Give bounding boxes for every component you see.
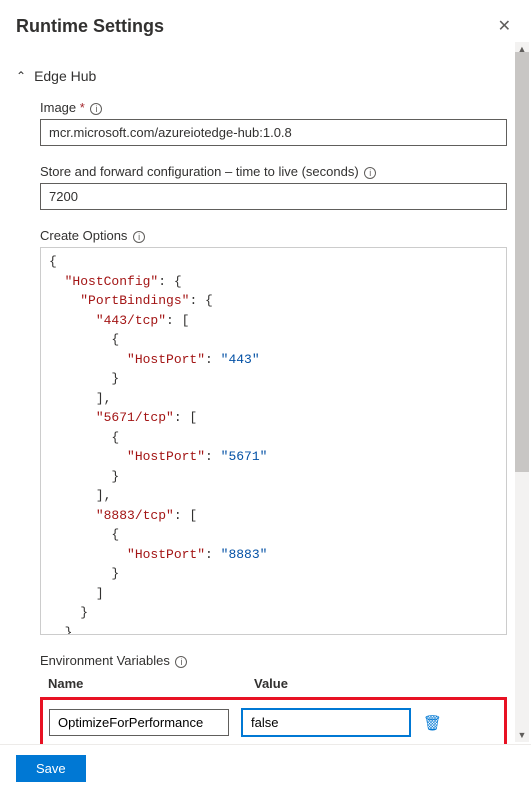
info-icon[interactable]: i (133, 231, 145, 243)
panel-footer: Save (0, 744, 531, 792)
info-icon[interactable]: i (364, 167, 376, 179)
required-asterisk: * (80, 100, 85, 115)
ttl-input[interactable] (40, 183, 507, 210)
section-title: Edge Hub (34, 68, 96, 84)
panel-body: ⌃ Edge Hub Image * i Store and forward c… (0, 48, 531, 748)
info-icon[interactable]: i (90, 103, 102, 115)
env-vars-label: Environment Variables i (40, 653, 507, 668)
highlight-annotation: 🗑 (40, 697, 507, 748)
env-vars-table: Name Value 🗑 (40, 676, 507, 748)
create-options-group: Create Options i { "HostConfig": { "Port… (40, 228, 507, 635)
create-options-label: Create Options i (40, 228, 507, 243)
image-field-group: Image * i (40, 100, 507, 146)
save-button[interactable]: Save (16, 755, 86, 782)
panel-title: Runtime Settings (16, 16, 164, 37)
env-name-input[interactable] (49, 709, 229, 736)
create-options-editor[interactable]: { "HostConfig": { "PortBindings": { "443… (40, 247, 507, 635)
panel-header: Runtime Settings ✕ (0, 0, 531, 48)
info-icon[interactable]: i (175, 656, 187, 668)
ttl-label: Store and forward configuration – time t… (40, 164, 507, 179)
env-header-row: Name Value (40, 676, 507, 691)
env-col-name-header: Name (48, 676, 238, 691)
delete-icon[interactable]: 🗑 (423, 714, 442, 732)
image-input[interactable] (40, 119, 507, 146)
section-toggle-edge-hub[interactable]: ⌃ Edge Hub (16, 56, 515, 100)
image-label: Image * i (40, 100, 507, 115)
close-icon: ✕ (498, 18, 511, 35)
env-vars-group: Environment Variables i Name Value 🗑 (40, 653, 507, 748)
env-row: 🗑 (45, 702, 502, 743)
close-button[interactable]: ✕ (494, 12, 515, 40)
env-col-value-header: Value (254, 676, 507, 691)
form-content: Image * i Store and forward configuratio… (16, 100, 515, 748)
chevron-up-icon: ⌃ (16, 69, 26, 83)
ttl-field-group: Store and forward configuration – time t… (40, 164, 507, 210)
env-value-input[interactable] (241, 708, 411, 737)
